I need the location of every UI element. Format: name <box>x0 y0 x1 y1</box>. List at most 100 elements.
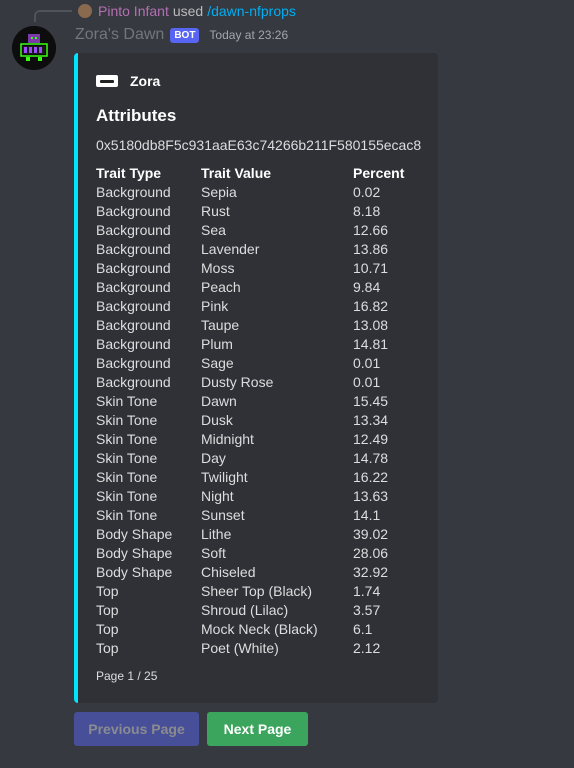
command-reply-header: Pinto Infant used /dawn-nfprops <box>78 2 296 20</box>
trait-type-cell: Background <box>96 317 171 333</box>
reply-username[interactable]: Pinto Infant <box>98 3 169 19</box>
trait-type-cell: Skin Tone <box>96 450 158 466</box>
trait-value-cell: Chiseled <box>201 564 256 580</box>
trait-type-cell: Body Shape <box>96 526 173 542</box>
trait-value-cell: Pink <box>201 298 229 314</box>
percent-cell: 12.49 <box>353 431 389 447</box>
percent-cell: 32.92 <box>353 564 389 580</box>
trait-value-cell: Mock Neck (Black) <box>201 621 318 637</box>
trait-value-cell: Taupe <box>201 317 240 333</box>
percent-cell: 28.06 <box>353 545 389 561</box>
percent-cell: 1.74 <box>353 583 381 599</box>
trait-type-cell: Background <box>96 355 171 371</box>
trait-value-cell: Dusty Rose <box>201 374 274 390</box>
percent-cell: 13.63 <box>353 488 389 504</box>
page-indicator: Page 1 / 25 <box>96 669 158 683</box>
trait-value-header: Trait Value <box>201 165 272 181</box>
trait-type-cell: Skin Tone <box>96 507 158 523</box>
percent-cell: 0.01 <box>353 374 381 390</box>
percent-cell: 39.02 <box>353 526 389 542</box>
percent-cell: 13.08 <box>353 317 389 333</box>
trait-type-cell: Skin Tone <box>96 431 158 447</box>
trait-type-cell: Background <box>96 298 171 314</box>
percent-cell: 16.22 <box>353 469 389 485</box>
trait-value-cell: Peach <box>201 279 241 295</box>
trait-type-cell: Background <box>96 241 171 257</box>
percent-cell: 16.82 <box>353 298 389 314</box>
bot-username[interactable]: Zora's Dawn <box>75 26 164 44</box>
trait-value-cell: Twilight <box>201 469 248 485</box>
trait-type-cell: Top <box>96 640 119 656</box>
bot-avatar[interactable] <box>12 26 56 70</box>
percent-cell: 3.57 <box>353 602 381 618</box>
bot-avatar-logo-icon <box>12 26 56 70</box>
reply-command[interactable]: /dawn-nfprops <box>207 3 296 19</box>
reply-used-text: used <box>172 3 204 19</box>
trait-value-cell: Plum <box>201 336 233 352</box>
message-timestamp[interactable]: Today at 23:26 <box>209 28 288 42</box>
trait-type-header: Trait Type <box>96 165 162 181</box>
percent-cell: 6.1 <box>353 621 373 637</box>
trait-value-cell: Sepia <box>201 184 237 200</box>
embed-author: Zora <box>96 73 160 89</box>
trait-value-cell: Sheer Top (Black) <box>201 583 313 599</box>
percent-column: Percent 0.02 8.18 12.66 13.86 10.71 9.84 16.82… <box>353 164 404 658</box>
message-header: Zora's Dawn BOT Today at 23:26 <box>75 26 288 44</box>
trait-value-cell: Poet (White) <box>201 640 279 656</box>
percent-cell: 12.66 <box>353 222 389 238</box>
trait-type-cell: Skin Tone <box>96 488 158 504</box>
embed-title: Attributes <box>96 106 177 125</box>
trait-value-cell: Dusk <box>201 412 233 428</box>
trait-type-cell: Background <box>96 279 171 295</box>
percent-header: Percent <box>353 165 405 181</box>
trait-value-cell: Night <box>201 488 234 504</box>
attributes-embed: Zora Attributes 0x5180db8F5c931aaE63c742… <box>74 53 438 703</box>
percent-cell: 9.84 <box>353 279 381 295</box>
trait-value-cell: Lithe <box>201 526 232 542</box>
trait-value-cell: Sunset <box>201 507 245 523</box>
percent-cell: 14.78 <box>353 450 389 466</box>
embed-author-name: Zora <box>130 73 161 89</box>
trait-type-cell: Background <box>96 374 171 390</box>
trait-value-cell: Sage <box>201 355 234 371</box>
percent-cell: 14.1 <box>353 507 381 523</box>
next-page-button[interactable]: Next Page <box>207 712 308 746</box>
trait-value-cell: Rust <box>201 203 230 219</box>
percent-cell: 13.86 <box>353 241 389 257</box>
trait-type-cell: Background <box>96 203 171 219</box>
trait-type-cell: Skin Tone <box>96 469 158 485</box>
trait-value-cell: Midnight <box>201 431 254 447</box>
trait-type-cell: Body Shape <box>96 545 173 561</box>
trait-value-cell: Dawn <box>201 393 237 409</box>
trait-type-cell: Top <box>96 621 119 637</box>
trait-type-cell: Skin Tone <box>96 393 158 409</box>
trait-type-cell: Background <box>96 260 171 276</box>
previous-page-button[interactable]: Previous Page <box>74 712 199 746</box>
trait-type-cell: Background <box>96 184 171 200</box>
percent-cell: 10.71 <box>353 260 389 276</box>
trait-type-cell: Background <box>96 222 171 238</box>
percent-cell: 13.34 <box>353 412 389 428</box>
percent-cell: 15.45 <box>353 393 389 409</box>
trait-value-cell: Lavender <box>201 241 260 257</box>
trait-value-cell: Shroud (Lilac) <box>201 602 289 618</box>
percent-cell: 14.81 <box>353 336 389 352</box>
wallet-address: 0x5180db8F5c931aaE63c74266b211F580155eca… <box>96 137 422 153</box>
trait-type-cell: Top <box>96 602 119 618</box>
bot-tag-badge: BOT <box>170 27 200 43</box>
percent-cell: 0.02 <box>353 184 381 200</box>
percent-cell: 8.18 <box>353 203 381 219</box>
trait-value-cell: Soft <box>201 545 226 561</box>
trait-type-cell: Top <box>96 583 119 599</box>
trait-value-cell: Day <box>201 450 226 466</box>
trait-type-cell: Body Shape <box>96 564 173 580</box>
trait-type-cell: Background <box>96 336 171 352</box>
reply-user-avatar[interactable] <box>78 4 92 18</box>
trait-value-column: Trait Value Sepia Rust Sea Lavender Moss Peac… <box>201 164 318 658</box>
reply-connector <box>34 10 72 22</box>
percent-cell: 0.01 <box>353 355 381 371</box>
trait-value-cell: Moss <box>201 260 235 276</box>
trait-type-cell: Skin Tone <box>96 412 158 428</box>
trait-value-cell: Sea <box>201 222 226 238</box>
percent-cell: 2.12 <box>353 640 381 656</box>
